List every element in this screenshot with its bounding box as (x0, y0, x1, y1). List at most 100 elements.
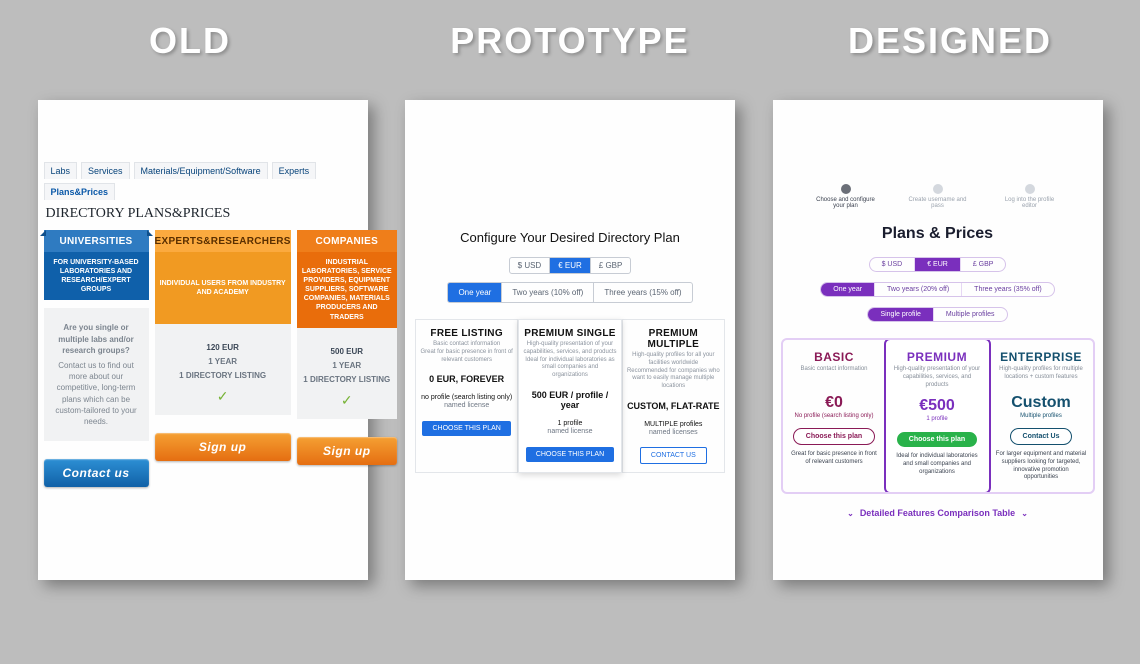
old-card-title: EXPERTS&RESEARCHERS (155, 230, 291, 252)
currency-option[interactable]: $ USD (510, 258, 550, 273)
old-cta-signup[interactable]: Sign up (297, 437, 397, 465)
designed-duration-toggle: One year Two years (20% off) Three years… (820, 282, 1055, 297)
card-sub: High-quality profiles for all your facil… (632, 352, 714, 366)
card-footer: Ideal for individual laboratories and sm… (892, 453, 983, 476)
panel-old: Labs Services Materials/Equipment/Softwa… (38, 100, 368, 580)
duration-option[interactable]: Two years (20% off) (874, 283, 961, 296)
old-card-companies: COMPANIES INDUSTRIAL LABORATORIES, SERVI… (297, 230, 397, 487)
old-term: 1 YEAR (301, 360, 393, 372)
old-price: 500 EUR (301, 346, 393, 358)
card-title: PREMIUM SINGLE (523, 328, 616, 339)
card-sub2: Great for basic presence in front of rel… (420, 349, 512, 363)
old-card-title: COMPANIES (297, 230, 397, 252)
choose-plan-button[interactable]: CHOOSE THIS PLAN (526, 447, 614, 462)
designed-title: Plans & Prices (781, 225, 1095, 243)
old-tab[interactable]: Materials/Equipment/Software (134, 162, 268, 179)
choose-plan-button[interactable]: Choose this plan (793, 428, 875, 445)
old-tabs: Labs Services Materials/Equipment/Softwa… (44, 162, 362, 200)
step-3: Log into the profile editor (1000, 184, 1060, 209)
card-title: BASIC (789, 350, 880, 364)
card-price: Custom (996, 394, 1087, 412)
old-ask-question: Are you single or multiple labs and/or r… (52, 322, 141, 356)
duration-option[interactable]: Three years (15% off) (593, 283, 691, 302)
card-sub: Basic contact information (433, 341, 500, 347)
currency-option[interactable]: £ GBP (960, 258, 1006, 271)
old-card-sub: FOR UNIVERSITY-BASED LABORATORIES AND RE… (44, 252, 149, 300)
column-titles: OLD PROTOTYPE DESIGNED (0, 20, 1140, 62)
card-price-note: Multiple profiles (996, 413, 1087, 419)
designed-mode-toggle: Single profile Multiple profiles (867, 307, 1007, 322)
card-footer: For larger equipment and material suppli… (996, 451, 1087, 482)
old-tab[interactable]: Labs (44, 162, 78, 179)
mode-option[interactable]: Multiple profiles (933, 308, 1007, 321)
proto-currency-toggle: $ USD € EUR £ GBP (509, 257, 632, 274)
proto-card-free: FREE LISTING Basic contact informationGr… (415, 319, 518, 473)
card-profile: MULTIPLE profiles (627, 421, 720, 428)
panel-designed: Choose and configure your plan Create us… (773, 100, 1103, 580)
contact-us-button[interactable]: CONTACT US (640, 447, 707, 464)
old-tab-active[interactable]: Plans&Prices (44, 183, 116, 200)
old-tab[interactable]: Experts (272, 162, 317, 179)
step-dot-icon (841, 184, 851, 194)
designed-card-basic: BASIC Basic contact information €0 No pr… (783, 340, 886, 492)
step-2: Create username and pass (908, 184, 968, 209)
step-label: Log into the profile editor (1000, 197, 1060, 209)
toggle-label: Detailed Features Comparison Table (860, 508, 1015, 518)
designed-steps: Choose and configure your plan Create us… (781, 184, 1095, 209)
contact-us-button[interactable]: Contact Us (1010, 428, 1073, 445)
card-price-note: No profile (search listing only) (789, 413, 880, 419)
old-tab[interactable]: Services (81, 162, 130, 179)
proto-duration-toggle: One year Two years (10% off) Three years… (447, 282, 692, 303)
designed-currency-toggle: $ USD € EUR £ GBP (869, 257, 1007, 272)
old-cta-signup[interactable]: Sign up (155, 433, 291, 461)
col-title-designed: DESIGNED (760, 20, 1140, 62)
old-card-sub: INDUSTRIAL LABORATORIES, SERVICE PROVIDE… (297, 252, 397, 328)
card-sub: Basic contact information (789, 366, 880, 386)
old-card-title: UNIVERSITIES (44, 230, 149, 252)
currency-option-selected[interactable]: € EUR (549, 258, 590, 273)
step-dot-icon (1025, 184, 1035, 194)
card-sub2: Ideal for individual laboratories as sma… (525, 357, 614, 379)
card-profile: 1 profile (523, 420, 616, 427)
card-price: €500 (892, 397, 983, 415)
duration-option-selected[interactable]: One year (821, 283, 874, 296)
panel-prototype: Configure Your Desired Directory Plan $ … (405, 100, 735, 580)
mode-option-selected[interactable]: Single profile (868, 308, 932, 321)
step-dot-icon (933, 184, 943, 194)
col-title-prototype: PROTOTYPE (380, 20, 760, 62)
card-footer: Great for basic presence in front of rel… (789, 451, 880, 467)
card-profile: no profile (search listing only) (420, 394, 513, 401)
duration-option-selected[interactable]: One year (448, 283, 501, 302)
card-price: 500 EUR / profile / year (523, 390, 616, 410)
card-title: PREMIUM MULTIPLE (627, 328, 720, 350)
card-sub: High-quality presentation of your capabi… (892, 366, 983, 389)
old-term: 1 YEAR (159, 356, 287, 368)
card-sub2: Recommended for companies who want to ea… (627, 368, 720, 390)
currency-option[interactable]: $ USD (870, 258, 915, 271)
step-1: Choose and configure your plan (816, 184, 876, 209)
card-license: named license (420, 402, 513, 409)
currency-option-selected[interactable]: € EUR (914, 258, 960, 271)
card-sub: High-quality presentation of your capabi… (523, 341, 616, 355)
step-label: Choose and configure your plan (816, 197, 876, 209)
old-feature: 1 DIRECTORY LISTING (301, 374, 393, 386)
choose-plan-button[interactable]: CHOOSE THIS PLAN (422, 421, 510, 436)
old-card-sub: INDIVIDUAL USERS FROM INDUSTRY AND ACADE… (155, 252, 291, 324)
old-ask-body: Contact us to find out more about our co… (52, 360, 141, 427)
designed-card-premium: PREMIUM High-quality presentation of you… (884, 338, 991, 494)
choose-plan-button[interactable]: Choose this plan (897, 432, 977, 447)
duration-option[interactable]: Three years (35% off) (961, 283, 1054, 296)
card-price-note: 1 profile (892, 416, 983, 422)
features-comparison-toggle[interactable]: ⌄ Detailed Features Comparison Table ⌄ (781, 508, 1095, 518)
card-sub: High-quality profiles for multiple locat… (996, 366, 1087, 386)
card-price: CUSTOM, FLAT-RATE (627, 401, 720, 411)
designed-card-enterprise: ENTERPRISE High-quality profiles for mul… (989, 340, 1093, 492)
old-card-universities: UNIVERSITIES FOR UNIVERSITY-BASED LABORA… (44, 230, 149, 487)
old-heading: DIRECTORY PLANS&PRICES (46, 206, 362, 222)
old-feature: 1 DIRECTORY LISTING (159, 370, 287, 382)
currency-option[interactable]: £ GBP (590, 258, 631, 273)
old-cta-contact[interactable]: Contact us (44, 459, 149, 487)
card-license: named licenses (627, 429, 720, 436)
col-title-old: OLD (0, 20, 380, 62)
duration-option[interactable]: Two years (10% off) (501, 283, 593, 302)
